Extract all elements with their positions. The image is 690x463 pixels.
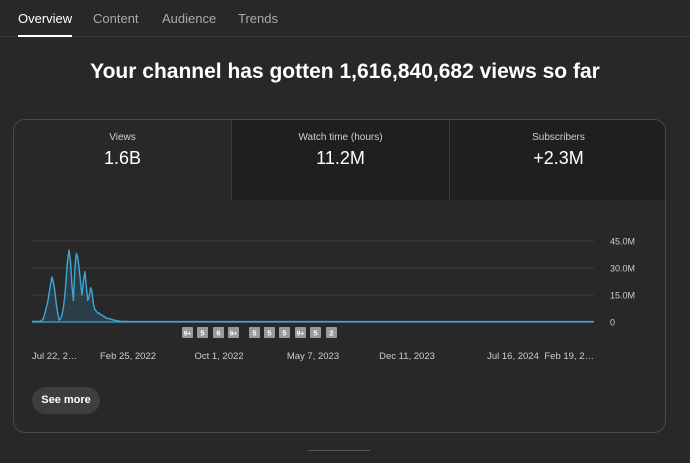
- badge-label: 2: [329, 329, 333, 338]
- y-tick-label: 15.0M: [610, 291, 635, 301]
- x-tick-label: Jul 22, 2…: [32, 351, 77, 362]
- tab-trends[interactable]: Trends: [238, 0, 278, 37]
- tab-bar: Overview Content Audience Trends: [0, 0, 690, 37]
- video-badge[interactable]: 5: [264, 327, 275, 338]
- badge-label: 9+: [230, 331, 238, 338]
- badge-label: 5: [252, 329, 256, 338]
- badge-label: 6: [216, 329, 220, 338]
- badge-label: 5: [200, 329, 204, 338]
- video-badge[interactable]: 6: [213, 327, 224, 338]
- x-tick-label: Jul 16, 2024: [487, 351, 539, 362]
- video-badge[interactable]: 9+: [295, 327, 306, 338]
- video-badge[interactable]: 5: [249, 327, 260, 338]
- x-tick-label: Oct 1, 2022: [194, 351, 243, 362]
- tab-audience[interactable]: Audience: [162, 0, 216, 37]
- y-tick-label: 0: [610, 318, 615, 328]
- series-line: [32, 249, 594, 323]
- badge-label: 5: [267, 329, 271, 338]
- video-badge[interactable]: 5: [310, 327, 321, 338]
- video-badge[interactable]: 5: [197, 327, 208, 338]
- video-badge[interactable]: 2: [326, 327, 337, 338]
- y-tick-label: 30.0M: [610, 264, 635, 274]
- views-line-chart: 45.0M 30.0M 15.0M 0 9+ 5 6 9+ 5 5 5 9+ 5 2 Jul 22, 2… F…: [32, 237, 635, 362]
- divider: [308, 450, 370, 451]
- y-tick-label: 45.0M: [610, 237, 635, 247]
- video-badge[interactable]: 9+: [182, 327, 193, 338]
- badge-label: 5: [313, 329, 317, 338]
- x-tick-label: Dec 11, 2023: [379, 351, 435, 362]
- x-tick-label: Feb 19, 2…: [544, 351, 594, 362]
- badge-label: 9+: [184, 331, 192, 338]
- badge-label: 9+: [297, 331, 305, 338]
- video-badge[interactable]: 5: [279, 327, 290, 338]
- page-title: Your channel has gotten 1,616,840,682 vi…: [90, 60, 600, 83]
- badge-label: 5: [282, 329, 286, 338]
- tab-content[interactable]: Content: [93, 0, 139, 37]
- video-badge[interactable]: 9+: [228, 327, 239, 338]
- x-tick-label: May 7, 2023: [287, 351, 339, 362]
- x-tick-label: Feb 25, 2022: [100, 351, 156, 362]
- see-more-button[interactable]: See more: [32, 387, 100, 414]
- tab-overview[interactable]: Overview: [18, 0, 73, 37]
- series-area: [32, 250, 132, 322]
- analytics-card: Views 1.6B Watch time (hours) 11.2M Subs…: [13, 119, 666, 433]
